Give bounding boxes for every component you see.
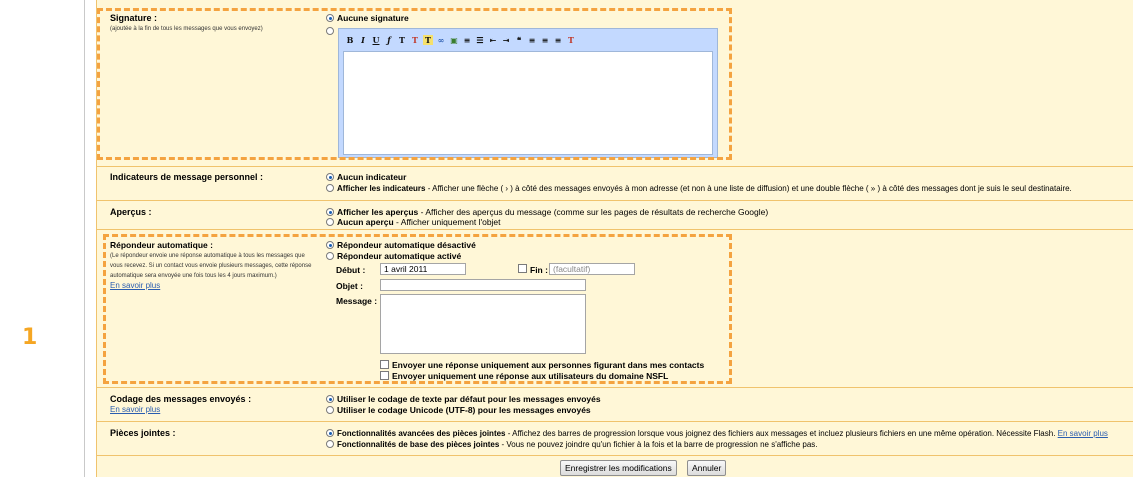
row-divider — [96, 200, 1133, 201]
contacts-only-option[interactable]: Envoyer une réponse uniquement aux perso… — [380, 360, 704, 371]
end-date-input[interactable]: (facultatif) — [549, 263, 635, 275]
radio-icon[interactable] — [326, 252, 334, 260]
outdent-icon[interactable]: ⇤ — [488, 35, 498, 45]
quote-icon[interactable]: ❝ — [514, 35, 524, 45]
radio-icon[interactable] — [326, 184, 334, 192]
checkbox-icon[interactable] — [518, 264, 527, 273]
row-divider — [96, 229, 1133, 230]
end-date-label: Fin : — [530, 265, 548, 275]
signature-text-area[interactable] — [343, 51, 713, 155]
autoreply-label: Répondeur automatique : — [110, 240, 213, 250]
signature-none-option[interactable]: Aucune signature — [326, 13, 409, 24]
encoding-label: Codage des messages envoyés : — [110, 394, 252, 404]
italic-icon[interactable]: I — [358, 35, 368, 45]
attachments-label: Pièces jointes : — [110, 428, 176, 438]
indent-icon[interactable]: ⇥ — [501, 35, 511, 45]
checkbox-icon[interactable] — [380, 360, 389, 369]
previews-none-option[interactable]: Aucun aperçu - Afficher uniquement l'obj… — [326, 217, 501, 228]
cancel-button[interactable]: Annuler — [687, 460, 727, 476]
encoding-learn-more-link[interactable]: En savoir plus — [110, 405, 160, 414]
remove-formatting-icon[interactable]: T — [566, 35, 576, 45]
start-date-label: Début : — [336, 265, 366, 275]
autoreply-sublabel-1: (Le répondeur envoie une réponse automat… — [110, 253, 305, 259]
link-icon[interactable]: ∞ — [436, 35, 446, 45]
underline-icon[interactable]: U — [371, 35, 381, 45]
radio-icon[interactable] — [326, 440, 334, 448]
step-number: 1 — [22, 325, 38, 350]
radio-selected-icon[interactable] — [326, 208, 334, 216]
checkbox-icon[interactable] — [380, 371, 389, 380]
subject-input[interactable] — [380, 279, 586, 291]
radio-selected-icon[interactable] — [326, 241, 334, 249]
font-icon[interactable]: ƒ — [384, 35, 394, 45]
indicators-label: Indicateurs de message personnel : — [110, 172, 264, 182]
row-divider — [96, 166, 1133, 167]
radio-icon[interactable] — [326, 27, 334, 35]
indicators-show-option[interactable]: Afficher les indicateurs - Afficher une … — [326, 183, 1072, 194]
subject-label: Objet : — [336, 281, 363, 291]
autoreply-sublabel-2: vous recevez. Si un contact vous envoie … — [110, 263, 312, 269]
signature-editor: B I U ƒ T T T ∞ ▣ ≡ ☰ ⇤ ⇥ ❝ ≡ ≡ ≡ T — [338, 28, 718, 158]
attachments-basic-option[interactable]: Fonctionnalités de base des pièces joint… — [326, 439, 818, 450]
previews-label: Aperçus : — [110, 207, 152, 217]
numbered-list-icon[interactable]: ≡ — [462, 35, 472, 45]
autoreply-off-option[interactable]: Répondeur automatique désactivé — [326, 240, 476, 251]
encoding-default-option[interactable]: Utiliser le codage de texte par défaut p… — [326, 394, 601, 405]
radio-selected-icon[interactable] — [326, 395, 334, 403]
row-divider — [96, 387, 1133, 388]
align-center-icon[interactable]: ≡ — [540, 35, 550, 45]
radio-icon[interactable] — [326, 218, 334, 226]
row-divider — [96, 455, 1133, 456]
domain-only-option[interactable]: Envoyer uniquement une réponse aux utili… — [380, 371, 668, 382]
row-divider — [96, 421, 1133, 422]
message-textarea[interactable] — [380, 294, 586, 354]
start-date-input[interactable]: 1 avril 2011 — [380, 263, 466, 275]
radio-icon[interactable] — [326, 406, 334, 414]
bulleted-list-icon[interactable]: ☰ — [475, 35, 485, 45]
autoreply-sublabel-3: automatique sera envoyée une fois tous l… — [110, 273, 277, 279]
signature-label: Signature : — [110, 13, 158, 23]
image-icon[interactable]: ▣ — [449, 35, 459, 45]
signature-custom-option[interactable] — [326, 26, 337, 37]
autoreply-learn-more-link[interactable]: En savoir plus — [110, 281, 160, 290]
highlight-icon[interactable]: T — [423, 35, 433, 45]
align-left-icon[interactable]: ≡ — [527, 35, 537, 45]
radio-selected-icon[interactable] — [326, 429, 334, 437]
attachments-learn-more-link[interactable]: En savoir plus — [1058, 429, 1108, 438]
autoreply-on-option[interactable]: Répondeur automatique activé — [326, 251, 461, 262]
radio-selected-icon[interactable] — [326, 173, 334, 181]
left-divider — [84, 0, 85, 477]
end-date-checkbox[interactable] — [518, 264, 530, 274]
text-color-icon[interactable]: T — [410, 35, 420, 45]
encoding-utf8-option[interactable]: Utiliser le codage Unicode (UTF-8) pour … — [326, 405, 591, 416]
editor-toolbar: B I U ƒ T T T ∞ ▣ ≡ ☰ ⇤ ⇥ ❝ ≡ ≡ ≡ T — [345, 34, 576, 46]
font-size-icon[interactable]: T — [397, 35, 407, 45]
save-changes-button[interactable]: Enregistrer les modifications — [560, 460, 677, 476]
message-label: Message : — [336, 296, 378, 306]
signature-sublabel: (ajoutée à la fin de tous les messages q… — [110, 26, 263, 32]
bold-icon[interactable]: B — [345, 35, 355, 45]
attachments-advanced-option[interactable]: Fonctionnalités avancées des pièces join… — [326, 428, 1108, 439]
align-right-icon[interactable]: ≡ — [553, 35, 563, 45]
indicators-none-option[interactable]: Aucun indicateur — [326, 172, 406, 183]
radio-selected-icon[interactable] — [326, 14, 334, 22]
